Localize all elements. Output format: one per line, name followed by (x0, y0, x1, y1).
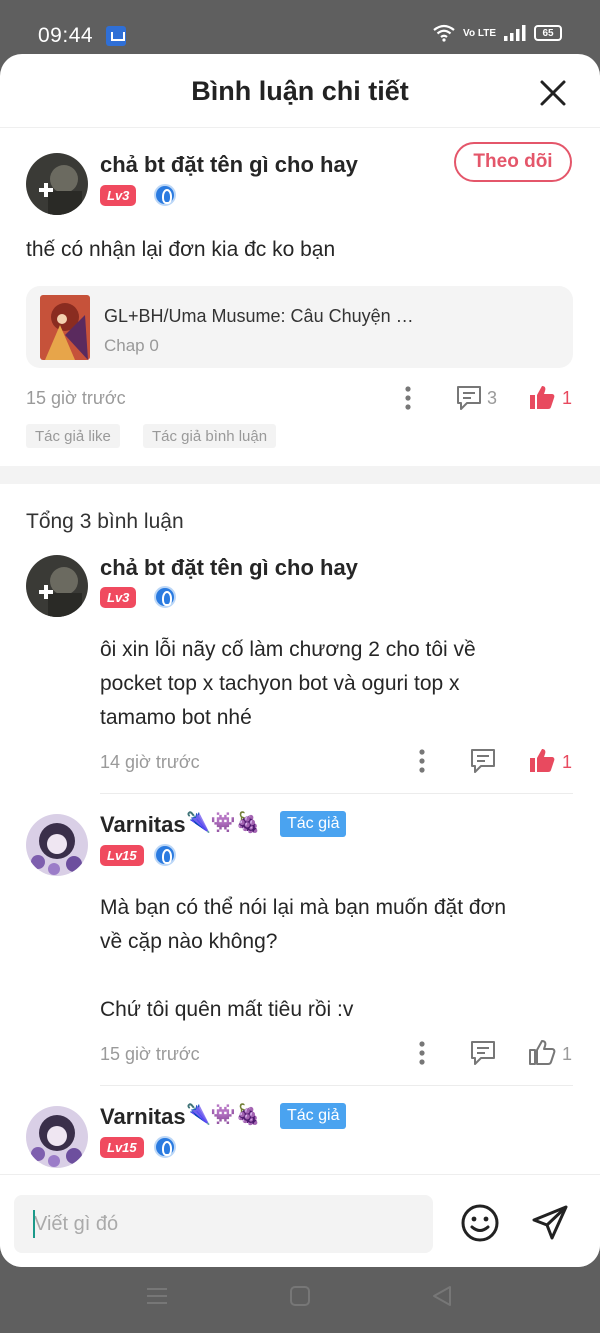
send-icon (532, 1205, 568, 1240)
comment-icon (471, 1041, 495, 1065)
medal-icon (154, 1136, 176, 1158)
menu-icon (147, 1288, 167, 1304)
close-icon (540, 80, 566, 106)
medal-icon (154, 586, 176, 608)
status-bar: 09:44 Vo LTE 65 (0, 0, 600, 54)
volte-indicator: Vo LTE (463, 27, 496, 39)
avatar[interactable] (26, 814, 88, 876)
reply-button[interactable] (455, 384, 483, 417)
signal-icon (504, 25, 526, 41)
emoji-icon (461, 1204, 499, 1242)
comment-icon (457, 386, 481, 410)
author-commented-chip: Tác giả bình luận (143, 424, 277, 448)
username-emoji: 🌂👾🍇 (186, 812, 261, 834)
reply-text: ôi xin lỗi nãy cố làm chương 2 cho tôi v… (100, 633, 570, 735)
avatar[interactable] (26, 555, 88, 617)
more-button[interactable] (412, 1040, 432, 1071)
avatar[interactable] (26, 1106, 88, 1168)
reply-line: ôi xin lỗi nãy cố làm chương 2 cho tôi v… (100, 638, 476, 661)
section-divider (0, 466, 600, 484)
more-icon (419, 749, 425, 773)
reply-line: về cặp nào không? (100, 930, 278, 953)
more-button[interactable] (412, 748, 432, 779)
menu-button[interactable] (146, 1285, 168, 1312)
thumbs-up-icon (530, 386, 555, 409)
battery-indicator: 65 (534, 25, 562, 41)
like-count: 1 (562, 752, 573, 772)
thumbs-up-icon (529, 1040, 556, 1065)
like-count: 1 (562, 1044, 573, 1064)
level-badge: Lv15 (100, 1137, 144, 1158)
author-liked-chip: Tác giả like (26, 424, 120, 448)
thumbs-up-icon (530, 749, 555, 772)
username-emoji: 🌂👾🍇 (186, 1104, 261, 1126)
medal-icon (154, 184, 176, 206)
comment-detail-sheet: Bình luận chi tiết chả bt đặt tên gì cho… (0, 54, 600, 1267)
author-tag: Tác giả (280, 811, 347, 837)
story-title: GL+BH/Uma Musume: Câu Chuyện … (104, 306, 414, 326)
reply-line: tamamo bot nhé (100, 706, 252, 729)
medal-icon (154, 844, 176, 866)
sheet-header: Bình luận chi tiết (0, 54, 600, 128)
level-badge: Lv3 (100, 185, 137, 206)
reply-text: Mà bạn có thể nói lại mà bạn muốn đặt đơ… (100, 891, 570, 1027)
username[interactable]: chả bt đặt tên gì cho hay (100, 555, 358, 581)
emoji-button[interactable] (460, 1203, 500, 1248)
like-button[interactable] (528, 1038, 556, 1071)
like-button[interactable] (528, 746, 556, 779)
follow-button[interactable]: Theo dõi (454, 142, 572, 182)
reply-button[interactable] (469, 747, 497, 780)
page-title: Bình luận chi tiết (191, 76, 409, 106)
system-nav-bar (0, 1267, 600, 1333)
status-time: 09:44 (38, 24, 94, 47)
reply-time: 15 giờ trước (100, 1044, 200, 1064)
reply-time: 14 giờ trước (100, 752, 200, 772)
comment-text: thế có nhận lại đơn kia đc ko bạn (26, 238, 336, 261)
author-tag: Tác giả (280, 1103, 347, 1129)
story-card[interactable]: GL+BH/Uma Musume: Câu Chuyện … Chap 0 (26, 286, 573, 368)
reply-line: pocket top x tachyon bot và oguri top x (100, 672, 460, 695)
back-button[interactable] (431, 1285, 453, 1312)
avatar[interactable] (26, 153, 88, 215)
wifi-icon (433, 24, 455, 42)
reply-divider (100, 793, 573, 794)
more-button[interactable] (398, 385, 418, 416)
level-badge: Lv15 (100, 845, 144, 866)
username[interactable]: Varnitas (100, 1104, 186, 1130)
more-icon (419, 1041, 425, 1065)
reply-divider (100, 1085, 573, 1086)
reply-button[interactable] (469, 1039, 497, 1072)
like-button[interactable] (528, 383, 556, 416)
comment-time: 15 giờ trước (26, 388, 126, 408)
reply-line (100, 959, 570, 993)
status-icons: Vo LTE 65 (433, 24, 562, 42)
text-caret (33, 1210, 35, 1238)
story-cover-image (40, 295, 90, 360)
comment-input[interactable]: Viết gì đó (14, 1195, 433, 1253)
comment-icon (471, 749, 495, 773)
reply-count: 3 (487, 388, 498, 408)
home-button[interactable] (289, 1285, 311, 1312)
app-notification-icon (106, 26, 126, 46)
story-chapter: Chap 0 (104, 336, 159, 355)
send-button[interactable] (530, 1203, 570, 1248)
reply-line: Chứ tôi quên mất tiêu rồi :v (100, 998, 354, 1021)
total-comments-label: Tổng 3 bình luận (26, 510, 184, 533)
username[interactable]: chả bt đặt tên gì cho hay (100, 152, 358, 178)
like-count: 1 (562, 388, 573, 408)
close-button[interactable] (538, 78, 568, 108)
more-icon (405, 386, 411, 410)
level-badge: Lv3 (100, 587, 137, 608)
home-icon (290, 1286, 310, 1306)
username[interactable]: Varnitas (100, 812, 186, 838)
reply-line: Mà bạn có thể nói lại mà bạn muốn đặt đơ… (100, 896, 507, 919)
comment-composer: Viết gì đó (0, 1174, 600, 1267)
back-icon (433, 1286, 451, 1306)
